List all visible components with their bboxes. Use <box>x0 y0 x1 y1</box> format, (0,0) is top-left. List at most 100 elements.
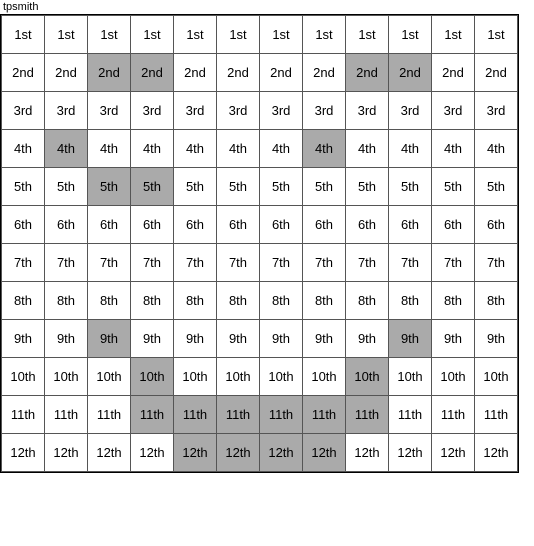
table-cell: 12th <box>389 434 432 472</box>
table-cell: 3rd <box>303 92 346 130</box>
table-cell: 5th <box>432 168 475 206</box>
table-cell: 6th <box>45 206 88 244</box>
table-cell: 6th <box>217 206 260 244</box>
table-row: 3rd3rd3rd3rd3rd3rd3rd3rd3rd3rd3rd3rd <box>2 92 518 130</box>
table-cell: 10th <box>217 358 260 396</box>
table-row: 7th7th7th7th7th7th7th7th7th7th7th7th <box>2 244 518 282</box>
table-cell: 10th <box>432 358 475 396</box>
table-cell: 5th <box>45 168 88 206</box>
table-cell: 8th <box>45 282 88 320</box>
table-cell: 6th <box>88 206 131 244</box>
table-cell: 3rd <box>88 92 131 130</box>
table-cell: 11th <box>174 396 217 434</box>
table-cell: 3rd <box>131 92 174 130</box>
table-cell: 5th <box>2 168 45 206</box>
table-cell: 10th <box>2 358 45 396</box>
table-cell: 2nd <box>389 54 432 92</box>
table-cell: 12th <box>45 434 88 472</box>
table-cell: 6th <box>2 206 45 244</box>
table-cell: 11th <box>131 396 174 434</box>
table-cell: 12th <box>303 434 346 472</box>
table-cell: 11th <box>217 396 260 434</box>
table-cell: 12th <box>432 434 475 472</box>
table-cell: 1st <box>303 16 346 54</box>
table-cell: 12th <box>174 434 217 472</box>
table-cell: 3rd <box>174 92 217 130</box>
table-cell: 6th <box>131 206 174 244</box>
table-cell: 7th <box>45 244 88 282</box>
table-cell: 6th <box>346 206 389 244</box>
table-cell: 3rd <box>432 92 475 130</box>
table-row: 11th11th11th11th11th11th11th11th11th11th… <box>2 396 518 434</box>
table-row: 1st1st1st1st1st1st1st1st1st1st1st1st <box>2 16 518 54</box>
table-cell: 2nd <box>88 54 131 92</box>
table-cell: 7th <box>174 244 217 282</box>
table-cell: 1st <box>346 16 389 54</box>
table-cell: 3rd <box>475 92 518 130</box>
table-cell: 4th <box>174 130 217 168</box>
table-cell: 7th <box>260 244 303 282</box>
table-cell: 1st <box>389 16 432 54</box>
table-cell: 8th <box>475 282 518 320</box>
table-cell: 5th <box>174 168 217 206</box>
table-cell: 9th <box>432 320 475 358</box>
table-cell: 8th <box>174 282 217 320</box>
table-cell: 10th <box>346 358 389 396</box>
table-cell: 2nd <box>346 54 389 92</box>
table-cell: 9th <box>45 320 88 358</box>
table-cell: 4th <box>260 130 303 168</box>
table-cell: 7th <box>131 244 174 282</box>
table-cell: 4th <box>475 130 518 168</box>
table-cell: 5th <box>131 168 174 206</box>
app-title: tpsmith <box>3 1 38 13</box>
table-cell: 10th <box>260 358 303 396</box>
table-cell: 1st <box>217 16 260 54</box>
table-cell: 5th <box>88 168 131 206</box>
table-cell: 8th <box>346 282 389 320</box>
table-cell: 3rd <box>2 92 45 130</box>
table-cell: 12th <box>131 434 174 472</box>
table-row: 12th12th12th12th12th12th12th12th12th12th… <box>2 434 518 472</box>
table-row: 5th5th5th5th5th5th5th5th5th5th5th5th <box>2 168 518 206</box>
table-cell: 2nd <box>260 54 303 92</box>
table-cell: 1st <box>2 16 45 54</box>
table-cell: 3rd <box>389 92 432 130</box>
table-cell: 10th <box>131 358 174 396</box>
table-cell: 2nd <box>2 54 45 92</box>
table-cell: 1st <box>260 16 303 54</box>
table-cell: 3rd <box>217 92 260 130</box>
table-cell: 9th <box>174 320 217 358</box>
table-cell: 5th <box>389 168 432 206</box>
table-cell: 7th <box>303 244 346 282</box>
table-cell: 2nd <box>45 54 88 92</box>
table-cell: 12th <box>2 434 45 472</box>
table-cell: 11th <box>45 396 88 434</box>
table-cell: 2nd <box>217 54 260 92</box>
table-row: 8th8th8th8th8th8th8th8th8th8th8th8th <box>2 282 518 320</box>
table-cell: 11th <box>346 396 389 434</box>
table-cell: 4th <box>303 130 346 168</box>
table-cell: 3rd <box>260 92 303 130</box>
table-row: 10th10th10th10th10th10th10th10th10th10th… <box>2 358 518 396</box>
table-cell: 9th <box>389 320 432 358</box>
table-cell: 9th <box>88 320 131 358</box>
table-cell: 12th <box>217 434 260 472</box>
table-cell: 4th <box>217 130 260 168</box>
table-cell: 2nd <box>475 54 518 92</box>
table-cell: 9th <box>2 320 45 358</box>
table-cell: 9th <box>217 320 260 358</box>
table-cell: 2nd <box>303 54 346 92</box>
table-cell: 3rd <box>346 92 389 130</box>
title-bar: tpsmith <box>0 0 534 14</box>
table-cell: 10th <box>45 358 88 396</box>
table-cell: 7th <box>389 244 432 282</box>
table-cell: 9th <box>131 320 174 358</box>
table-cell: 2nd <box>432 54 475 92</box>
table-cell: 7th <box>2 244 45 282</box>
table-cell: 5th <box>475 168 518 206</box>
table-cell: 11th <box>2 396 45 434</box>
table-cell: 8th <box>131 282 174 320</box>
table-cell: 1st <box>475 16 518 54</box>
table-cell: 11th <box>389 396 432 434</box>
table-cell: 7th <box>432 244 475 282</box>
